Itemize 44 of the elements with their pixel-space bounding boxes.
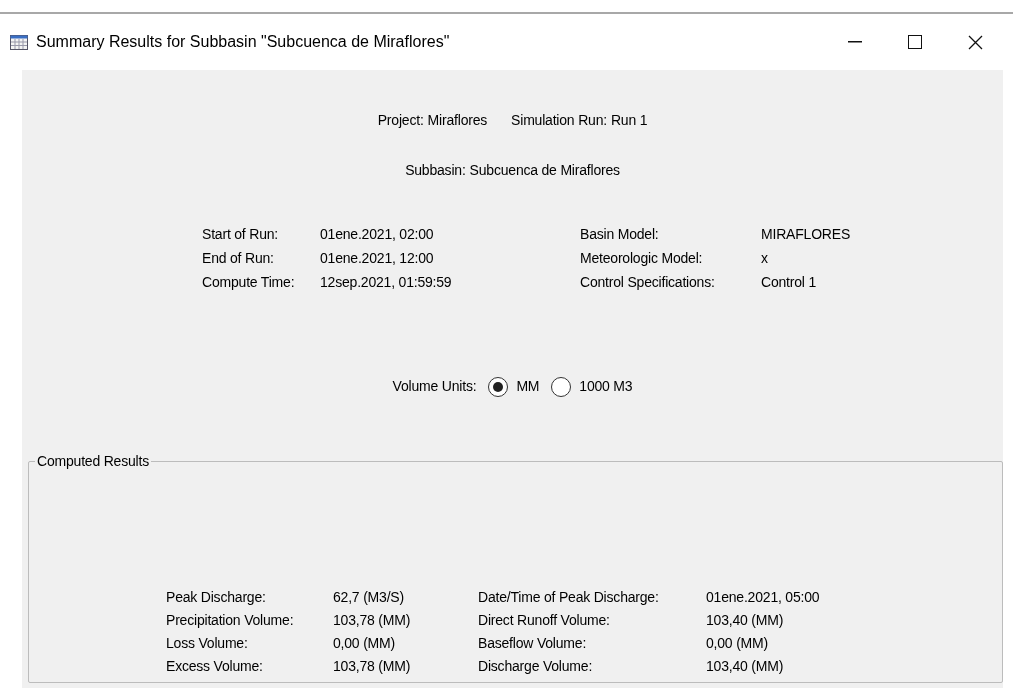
field-label: Compute Time: — [202, 273, 296, 292]
field-label: Meteorologic Model: — [580, 249, 704, 268]
window-title: Summary Results for Subbasin "Subcuenca de Miraflores" — [36, 32, 450, 52]
field-label: End of Run: — [202, 249, 275, 268]
field-value: 01ene.2021, 02:00 — [320, 225, 435, 244]
field-label: Precipitation Volume: — [166, 611, 295, 630]
field-label: Project: — [377, 111, 424, 130]
table-icon — [10, 34, 28, 50]
field-value: 103,78 (MM) — [333, 657, 412, 676]
field-value: 103,40 (MM) — [706, 657, 785, 676]
radio-button[interactable] — [551, 376, 572, 397]
field-label: Date/Time of Peak Discharge: — [478, 588, 660, 607]
field-label: Start of Run: — [202, 225, 279, 244]
radio-button[interactable] — [488, 376, 509, 397]
field-value: 0,00 (MM) — [706, 634, 769, 653]
radio-label: 1000 M3 — [579, 377, 633, 396]
field-value: x — [761, 249, 769, 268]
field-value: 62,7 (M3/S) — [333, 588, 405, 607]
field-value: 12sep.2021, 01:59:59 — [320, 273, 453, 292]
field-value: 01ene.2021, 05:00 — [706, 588, 821, 607]
field-label: Simulation Run: — [511, 111, 607, 130]
field-label: Peak Discharge: — [166, 588, 267, 607]
field-value: 0,00 (MM) — [333, 634, 396, 653]
minimize-icon — [848, 41, 862, 43]
field-value: 103,78 (MM) — [333, 611, 412, 630]
field-value: 01ene.2021, 12:00 — [320, 249, 435, 268]
field-value: Run 1 — [610, 111, 648, 130]
field-label: Basin Model: — [580, 225, 660, 244]
field-value: Subcuenca de Miraflores — [469, 161, 620, 180]
field-label: Excess Volume: — [166, 657, 264, 676]
field-label: Discharge Volume: — [478, 657, 594, 676]
field-label: Volume Units: — [392, 377, 477, 396]
field-label: Control Specifications: — [580, 273, 716, 292]
field-value: 103,40 (MM) — [706, 611, 785, 630]
maximize-icon — [908, 35, 922, 49]
field-value: MIRAFLORES — [761, 225, 851, 244]
field-label: Direct Runoff Volume: — [478, 611, 611, 630]
field-value: Control 1 — [761, 273, 817, 292]
field-value: Miraflores — [427, 111, 488, 130]
radio-label: MM — [516, 377, 540, 396]
field-label: Subbasin: — [405, 161, 466, 180]
field-label: Loss Volume: — [166, 634, 249, 653]
field-label: Baseflow Volume: — [478, 634, 588, 653]
close-icon — [967, 34, 983, 50]
